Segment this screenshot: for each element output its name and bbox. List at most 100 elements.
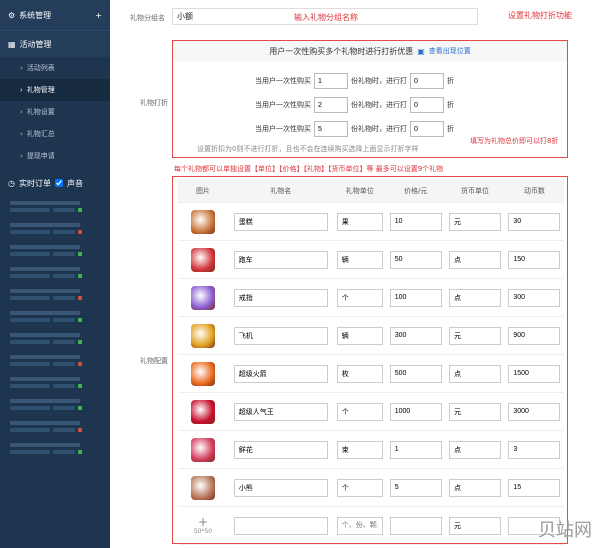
discount-field-note: 填写为礼物总价即可以打8折 <box>470 137 559 145</box>
gift-coins-input[interactable] <box>508 250 561 269</box>
gift-currency-input[interactable] <box>449 250 502 269</box>
deal-row: 当用户一次性购买份礼物时，进行打折 <box>255 121 454 137</box>
gift-coins-input[interactable] <box>508 402 561 421</box>
name-note: 输入礼物分组名称 <box>294 13 358 22</box>
gift-price-input[interactable] <box>389 326 442 345</box>
gift-unit-input[interactable] <box>336 326 383 345</box>
gift-name-input[interactable] <box>233 212 328 231</box>
gift-unit-input[interactable] <box>336 364 383 383</box>
order-row[interactable] <box>0 349 110 371</box>
deal-discount-input[interactable] <box>410 73 444 89</box>
order-row[interactable] <box>0 415 110 437</box>
gift-price-input[interactable] <box>389 364 442 383</box>
gift-coins-input[interactable] <box>508 440 561 459</box>
sidebar-header[interactable]: ⚙ 系统管理 + <box>0 0 110 31</box>
gift-price-input[interactable] <box>389 440 442 459</box>
gift-coins-input[interactable] <box>508 288 561 307</box>
gift-coins-input[interactable] <box>508 212 561 231</box>
sidebar-item-2[interactable]: › 礼物设置 <box>0 101 110 123</box>
column-header: 货币单位 <box>445 180 505 203</box>
order-row[interactable] <box>0 371 110 393</box>
expand-icon[interactable]: + <box>95 11 102 20</box>
gift-image-icon[interactable] <box>191 323 215 348</box>
gift-image-icon[interactable] <box>191 437 215 462</box>
gift-currency-input[interactable] <box>449 288 502 307</box>
gift-name-input[interactable] <box>233 364 328 383</box>
sound-checkbox[interactable] <box>54 179 63 187</box>
view-position-link[interactable]: 查看出现位置 <box>429 46 471 56</box>
gift-image-icon[interactable] <box>191 361 215 386</box>
order-row[interactable] <box>0 327 110 349</box>
gift-unit-input[interactable] <box>336 478 383 497</box>
new-gift-currency-input[interactable] <box>449 516 502 535</box>
deal-count-input[interactable] <box>314 121 348 137</box>
gift-coins-input[interactable] <box>508 364 561 383</box>
order-row[interactable] <box>0 195 110 217</box>
gift-unit-input[interactable] <box>336 250 383 269</box>
gift-image-icon[interactable] <box>191 285 215 310</box>
sidebar-item-1[interactable]: › 礼物管理 <box>0 79 110 101</box>
gift-name-input[interactable] <box>233 288 328 307</box>
chevron-right-icon: › <box>20 130 23 138</box>
deal-footer: 设置折扣为0则不进行打折，且也不会在连续购买选择上面显示打折字样 <box>197 145 419 153</box>
sidebar-item-0[interactable]: › 活动列表 <box>0 57 110 79</box>
deal-discount-input[interactable] <box>410 121 444 137</box>
gift-name-input[interactable] <box>233 478 328 497</box>
order-row[interactable] <box>0 437 110 459</box>
column-header: 图片 <box>178 180 228 203</box>
table-row <box>178 316 564 355</box>
gift-currency-input[interactable] <box>449 402 502 421</box>
gift-price-input[interactable] <box>389 478 442 497</box>
gift-unit-input[interactable] <box>336 288 383 307</box>
new-gift-name-input[interactable] <box>233 516 328 535</box>
gift-coins-input[interactable] <box>508 478 561 497</box>
gift-price-input[interactable] <box>389 212 442 231</box>
gift-name-input[interactable] <box>233 250 328 269</box>
watermark: 贝站网 <box>538 520 592 541</box>
sidebar-section-activity[interactable]: ▦ 活动管理 <box>0 31 110 57</box>
deal-row: 当用户一次性购买份礼物时，进行打折 <box>255 73 454 89</box>
table-row <box>178 202 564 241</box>
gift-currency-input[interactable] <box>449 212 502 231</box>
gift-unit-input[interactable] <box>336 402 383 421</box>
table-row-add: +50*50 <box>178 506 564 545</box>
image-size-hint: 50*50 <box>193 528 213 535</box>
gift-price-input[interactable] <box>389 288 442 307</box>
deal-discount-input[interactable] <box>410 97 444 113</box>
new-gift-unit-input[interactable] <box>336 516 383 535</box>
order-row[interactable] <box>0 283 110 305</box>
sidebar-item-3[interactable]: › 礼物汇总 <box>0 123 110 145</box>
gift-price-input[interactable] <box>389 402 442 421</box>
grid-icon: ▦ <box>8 39 16 49</box>
gift-currency-input[interactable] <box>449 326 502 345</box>
gift-currency-input[interactable] <box>449 440 502 459</box>
order-row[interactable] <box>0 261 110 283</box>
gift-image-icon[interactable] <box>191 209 215 234</box>
column-header: 动币数 <box>504 180 564 203</box>
gift-image-icon[interactable] <box>191 399 215 424</box>
gift-currency-input[interactable] <box>449 364 502 383</box>
order-row[interactable] <box>0 217 110 239</box>
gift-currency-input[interactable] <box>449 478 502 497</box>
gift-image-icon[interactable] <box>191 247 215 272</box>
gift-unit-input[interactable] <box>336 212 383 231</box>
gift-price-input[interactable] <box>389 250 442 269</box>
deal-count-input[interactable] <box>314 73 348 89</box>
gift-coins-input[interactable] <box>508 326 561 345</box>
gift-name-input[interactable] <box>233 326 328 345</box>
chevron-right-icon: › <box>20 108 23 116</box>
gift-name-input[interactable] <box>233 440 328 459</box>
gift-name-input[interactable] <box>233 402 328 421</box>
new-gift-price-input[interactable] <box>389 516 442 535</box>
order-row[interactable] <box>0 305 110 327</box>
sidebar-item-4[interactable]: › 提现申请 <box>0 145 110 167</box>
deal-count-input[interactable] <box>314 97 348 113</box>
column-header: 礼物名 <box>228 180 334 203</box>
gear-icon: ⚙ <box>8 10 16 20</box>
deal-row: 当用户一次性购买份礼物时，进行打折 <box>255 97 454 113</box>
add-image-button[interactable]: + <box>179 516 227 528</box>
gift-image-icon[interactable] <box>191 475 215 500</box>
gift-unit-input[interactable] <box>336 440 383 459</box>
order-row[interactable] <box>0 393 110 415</box>
order-row[interactable] <box>0 239 110 261</box>
